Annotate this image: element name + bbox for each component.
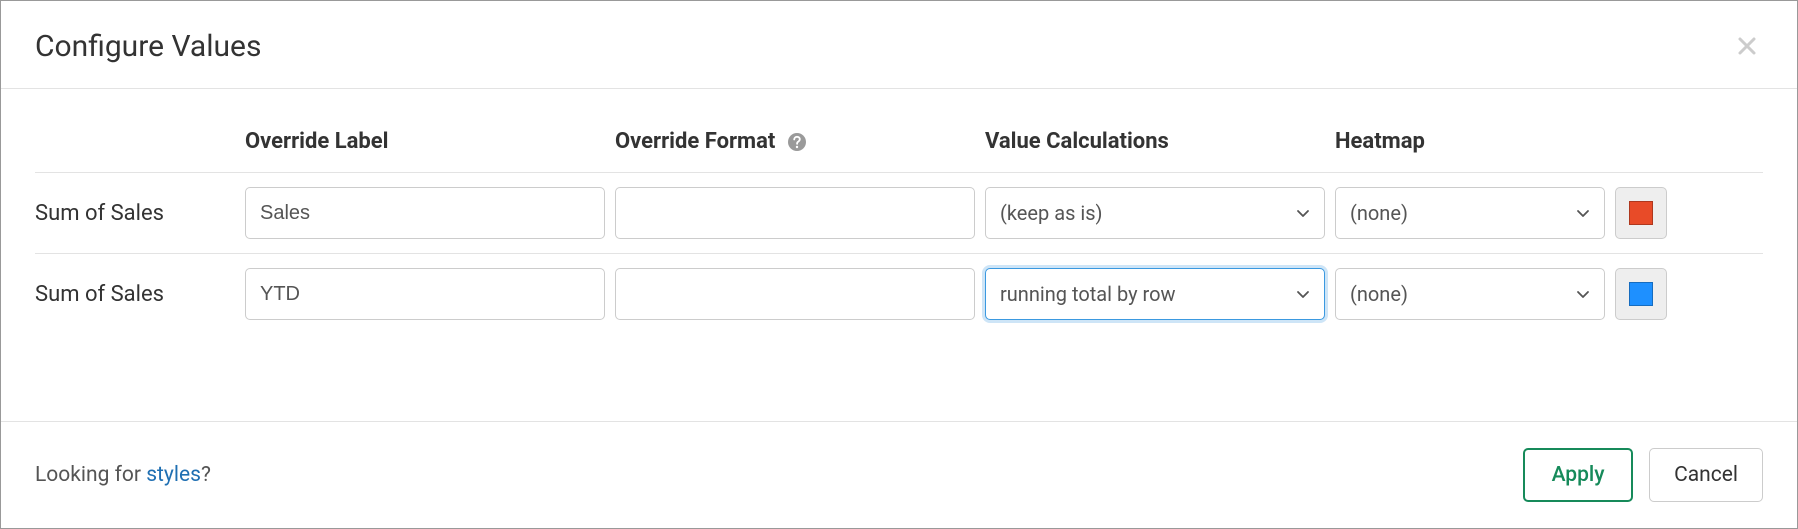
- row-name: Sum of Sales: [35, 173, 245, 254]
- footer-hint-suffix: ?: [201, 463, 211, 487]
- override-label-input[interactable]: [245, 187, 605, 239]
- heatmap-select[interactable]: (none): [1335, 187, 1605, 239]
- override-format-input[interactable]: [615, 268, 975, 320]
- table-row: Sum of Sales (keep as is): [35, 173, 1763, 254]
- column-header-override-format-text: Override Format: [615, 129, 775, 154]
- column-header-override-format: Override Format: [615, 111, 985, 173]
- column-header-value-calculations: Value Calculations: [985, 111, 1335, 173]
- styles-link[interactable]: styles: [146, 463, 201, 487]
- dialog-footer: Looking for styles? Apply Cancel: [1, 421, 1797, 528]
- table-row: Sum of Sales running total by row: [35, 254, 1763, 335]
- heatmap-color-button[interactable]: [1615, 187, 1667, 239]
- apply-button[interactable]: Apply: [1523, 448, 1633, 502]
- values-table: Override Label Override Format Value Cal…: [35, 111, 1763, 334]
- value-calculations-value: running total by row: [1000, 282, 1176, 306]
- configure-values-dialog: Configure Values Override Label Override…: [0, 0, 1798, 529]
- color-swatch-icon: [1629, 282, 1653, 306]
- override-label-input[interactable]: [245, 268, 605, 320]
- heatmap-color-button[interactable]: [1615, 268, 1667, 320]
- color-swatch-icon: [1629, 201, 1653, 225]
- heatmap-select[interactable]: (none): [1335, 268, 1605, 320]
- value-calculations-select[interactable]: (keep as is): [985, 187, 1325, 239]
- footer-buttons: Apply Cancel: [1523, 448, 1763, 502]
- footer-hint-prefix: Looking for: [35, 463, 146, 487]
- column-header-name: [35, 111, 245, 173]
- dialog-header: Configure Values: [1, 1, 1797, 89]
- help-icon[interactable]: [787, 132, 807, 152]
- heatmap-value: (none): [1350, 282, 1408, 306]
- row-name: Sum of Sales: [35, 254, 245, 335]
- cancel-button[interactable]: Cancel: [1649, 448, 1763, 502]
- heatmap-value: (none): [1350, 201, 1408, 225]
- column-header-override-label: Override Label: [245, 111, 615, 173]
- value-calculations-value: (keep as is): [1000, 201, 1103, 225]
- override-format-input[interactable]: [615, 187, 975, 239]
- footer-hint: Looking for styles?: [35, 463, 211, 487]
- dialog-title: Configure Values: [35, 29, 261, 64]
- value-calculations-select[interactable]: running total by row: [985, 268, 1325, 320]
- column-header-heatmap: Heatmap: [1335, 111, 1763, 173]
- dialog-body: Override Label Override Format Value Cal…: [1, 89, 1797, 421]
- close-icon[interactable]: [1731, 33, 1763, 61]
